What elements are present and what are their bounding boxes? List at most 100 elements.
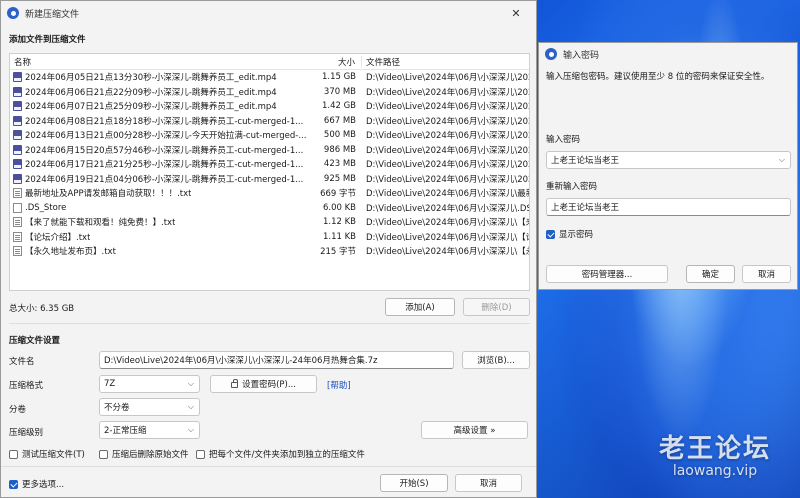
set-password-button[interactable]: 设置密码(P)... bbox=[210, 375, 317, 393]
password-cancel-button[interactable]: 取消 bbox=[742, 265, 791, 283]
add-button[interactable]: 添加(A) bbox=[385, 298, 455, 316]
password-manager-button[interactable]: 密码管理器... bbox=[546, 265, 668, 283]
split-select[interactable]: 不分卷 ⌵ bbox=[99, 398, 200, 416]
footer-divider bbox=[1, 466, 536, 467]
file-name: 【论坛介绍】.txt bbox=[25, 232, 91, 243]
file-path: D:\Video\Live\2024年\06月\小深深儿\2024年 bbox=[366, 73, 529, 84]
file-size: 6.00 KB bbox=[322, 202, 356, 213]
level-select[interactable]: 2-正常压缩 ⌵ bbox=[99, 421, 200, 439]
filename-label: 文件名 bbox=[9, 357, 35, 367]
password-hint: 输入压缩包密码。建议使用至少 8 位的密码来保证安全性。 bbox=[546, 72, 770, 82]
format-label: 压缩格式 bbox=[9, 381, 44, 391]
file-size: 925 MB bbox=[323, 173, 356, 184]
file-row[interactable]: 2024年06月08日21点18分18秒-小深深儿-跳舞养员工-cut-merg… bbox=[10, 114, 529, 129]
file-row[interactable]: 【论坛介绍】.txt 1.11 KB D:\Video\Live\2024年\06月… bbox=[10, 230, 529, 245]
test-archive-checkbox[interactable]: 测试压缩文件(T) bbox=[9, 448, 85, 460]
file-size: 667 MB bbox=[323, 115, 356, 126]
file-size: 423 MB bbox=[323, 159, 356, 170]
file-size: 500 MB bbox=[323, 130, 356, 141]
format-select-value: 7Z bbox=[104, 379, 116, 389]
checkbox-box bbox=[9, 449, 18, 459]
file-name-cell: 2024年06月06日21点22分09秒-小深深儿-跳舞养员工_edit.mp4 bbox=[10, 86, 310, 98]
text-file-icon bbox=[13, 246, 22, 257]
file-list[interactable]: 名称 大小 文件路径 2024年06月05日21点13分30秒-小深深儿-跳舞养… bbox=[9, 53, 530, 291]
file-row[interactable]: 2024年06月05日21点13分30秒-小深深儿-跳舞养员工_edit.mp4… bbox=[10, 70, 529, 85]
text-file-icon bbox=[13, 217, 22, 228]
column-header-path[interactable]: 文件路径 bbox=[362, 56, 529, 68]
column-header-size[interactable]: 大小 bbox=[310, 55, 362, 68]
file-row[interactable]: 2024年06月19日21点04分06秒-小深深儿-跳舞养员工-cut-merg… bbox=[10, 172, 529, 187]
watermark-en: laowang.vip bbox=[672, 463, 758, 479]
file-path: D:\Video\Live\2024年\06月\小深深儿\.DS_S bbox=[366, 203, 529, 214]
file-row[interactable]: 【永久地址发布页】.txt 215 字节 D:\Video\Live\2024年\0… bbox=[10, 244, 529, 259]
file-size: 1.11 KB bbox=[322, 231, 356, 242]
file-row[interactable]: 2024年06月15日20点57分46秒-小深深儿-跳舞养员工-cut-merg… bbox=[10, 143, 529, 158]
show-password-checkbox[interactable]: 显示密码 bbox=[546, 228, 593, 240]
separate-archives-checkbox[interactable]: 把每个文件/文件夹添加到独立的压缩文件 bbox=[196, 448, 365, 460]
close-icon[interactable]: ✕ bbox=[496, 1, 536, 25]
cancel-button[interactable]: 取消 bbox=[455, 474, 522, 492]
file-size: 1.42 GB bbox=[321, 101, 356, 112]
split-select-value: 不分卷 bbox=[104, 403, 130, 413]
checkbox-box bbox=[99, 449, 108, 459]
file-path: D:\Video\Live\2024年\06月\小深深儿\2024年 bbox=[366, 116, 529, 127]
ok-button[interactable]: 确定 bbox=[686, 265, 735, 283]
video-file-icon bbox=[13, 144, 22, 155]
file-name: 2024年06月19日21点04分06秒-小深深儿-跳舞养员工-cut-merg… bbox=[25, 174, 304, 185]
confirm-password-input[interactable]: 上老王论坛当老王 bbox=[546, 198, 791, 216]
settings-section-title: 压缩文件设置 bbox=[9, 336, 61, 346]
file-name-cell: 2024年06月08日21点18分18秒-小深深儿-跳舞养员工-cut-merg… bbox=[10, 115, 310, 127]
confirm-password-label: 重新输入密码 bbox=[546, 182, 598, 192]
text-file-icon bbox=[13, 188, 22, 199]
main-titlebar: 新建压缩文件 ✕ bbox=[1, 1, 536, 25]
file-path: D:\Video\Live\2024年\06月\小深深儿\2024年 bbox=[366, 145, 529, 156]
password-input[interactable]: 上老王论坛当老王 ⌵ bbox=[546, 151, 791, 169]
level-select-value: 2-正常压缩 bbox=[104, 426, 147, 436]
app-icon bbox=[7, 7, 19, 19]
file-path: D:\Video\Live\2024年\06月\小深深儿\【永久 bbox=[366, 247, 529, 258]
file-name: 2024年06月06日21点22分09秒-小深深儿-跳舞养员工_edit.mp4 bbox=[25, 87, 277, 98]
filename-input[interactable]: D:\Video\Live\2024年\06月\小深深儿\小深深儿-24年06月… bbox=[99, 351, 454, 369]
file-name-cell: 2024年06月17日21点21分25秒-小深深儿-跳舞养员工-cut-merg… bbox=[10, 158, 310, 170]
file-path: D:\Video\Live\2024年\06月\小深深儿\2024年 bbox=[366, 160, 529, 171]
more-options-checkbox[interactable]: 更多选项... bbox=[9, 478, 64, 490]
file-row[interactable]: 2024年06月07日21点25分09秒-小深深儿-跳舞养员工_edit.mp4… bbox=[10, 99, 529, 114]
password-dialog: 输入密码 输入压缩包密码。建议使用至少 8 位的密码来保证安全性。 输入密码 上… bbox=[538, 42, 798, 290]
new-archive-window: 新建压缩文件 ✕ 添加文件到压缩文件 名称 大小 文件路径 2024年06月05… bbox=[0, 0, 537, 498]
file-row[interactable]: 2024年06月06日21点22分09秒-小深深儿-跳舞养员工_edit.mp4… bbox=[10, 85, 529, 100]
delete-button[interactable]: 删除(D) bbox=[463, 298, 530, 316]
chevron-down-icon: ⌵ bbox=[187, 425, 194, 434]
help-link[interactable]: [帮助] bbox=[327, 379, 351, 391]
file-row[interactable]: 2024年06月13日21点00分28秒-小深深儿-今天开始拉满-cut-mer… bbox=[10, 128, 529, 143]
file-row[interactable]: .DS_Store 6.00 KB D:\Video\Live\2024年\06月\… bbox=[10, 201, 529, 216]
file-row[interactable]: 最新地址及APP请发邮箱自动获取！！！.txt 669 字节 D:\Video\Li… bbox=[10, 186, 529, 201]
total-size: 总大小: 6.35 GB bbox=[9, 304, 75, 314]
file-name: 2024年06月08日21点18分18秒-小深深儿-跳舞养员工-cut-merg… bbox=[25, 116, 304, 127]
password-dialog-title: 输入密码 bbox=[563, 50, 600, 61]
format-select[interactable]: 7Z ⌵ bbox=[99, 375, 200, 393]
file-name: 2024年06月17日21点21分25秒-小深深儿-跳舞养员工-cut-merg… bbox=[25, 160, 304, 171]
video-file-icon bbox=[13, 86, 22, 97]
site-watermark: 老王论坛 laowang.vip bbox=[640, 428, 790, 479]
file-row[interactable]: 2024年06月17日21点21分25秒-小深深儿-跳舞养员工-cut-merg… bbox=[10, 157, 529, 172]
file-name-cell: 最新地址及APP请发邮箱自动获取！！！.txt bbox=[10, 187, 310, 199]
browse-button[interactable]: 浏览(B)... bbox=[462, 351, 530, 369]
delete-after-checkbox[interactable]: 压缩后删除原始文件 bbox=[99, 448, 189, 460]
advanced-settings-button[interactable]: 高级设置 » bbox=[421, 421, 528, 439]
column-header-name[interactable]: 名称 bbox=[10, 56, 310, 68]
watermark-cn: 老王论坛 bbox=[658, 434, 771, 464]
video-file-icon bbox=[13, 130, 22, 141]
file-rows: 2024年06月05日21点13分30秒-小深深儿-跳舞养员工_edit.mp4… bbox=[10, 70, 529, 259]
file-name-cell: 2024年06月05日21点13分30秒-小深深儿-跳舞养员工_edit.mp4 bbox=[10, 71, 310, 83]
app-icon bbox=[545, 48, 557, 60]
video-file-icon bbox=[13, 72, 22, 83]
file-row[interactable]: 【来了就能下载和观看！纯免费！】.txt 1.12 KB D:\Video\Live… bbox=[10, 215, 529, 230]
lock-icon bbox=[231, 379, 239, 388]
file-path: D:\Video\Live\2024年\06月\小深深儿\2024年 bbox=[366, 174, 529, 185]
video-file-icon bbox=[13, 173, 22, 184]
checkbox-box bbox=[196, 449, 205, 459]
file-size: 986 MB bbox=[323, 144, 356, 155]
add-files-section-title: 添加文件到压缩文件 bbox=[9, 35, 86, 45]
start-button[interactable]: 开始(S) bbox=[380, 474, 448, 492]
file-name: 2024年06月15日20点57分46秒-小深深儿-跳舞养员工-cut-merg… bbox=[25, 145, 304, 156]
